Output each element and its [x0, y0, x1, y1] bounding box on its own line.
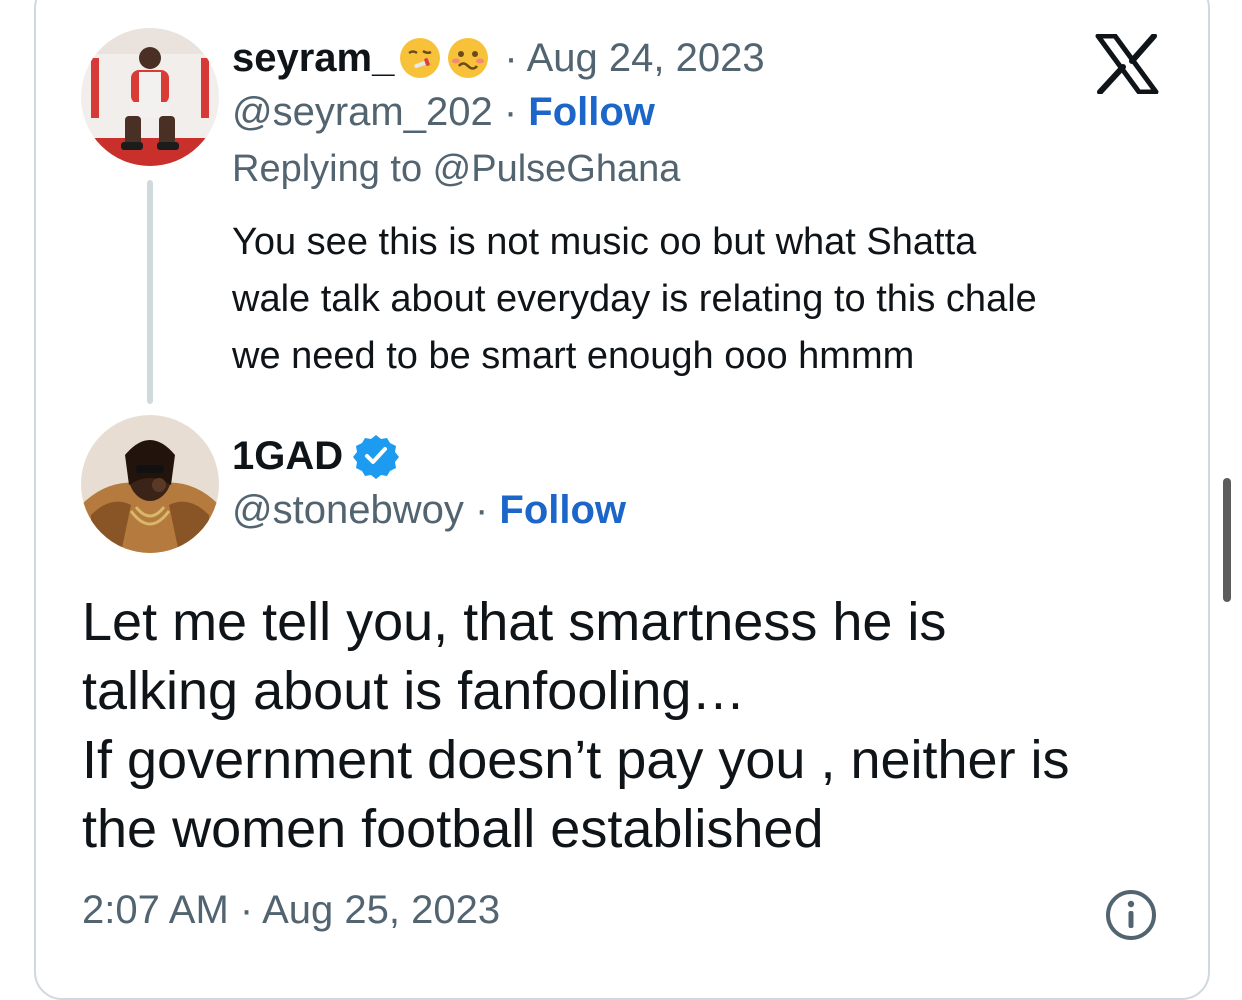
text-line: wale talk about everyday is relating to …	[232, 278, 1037, 320]
follow-button[interactable]: Follow	[528, 90, 655, 134]
display-name[interactable]: 1GAD	[232, 434, 343, 479]
main-tweet-text: Let me tell you, that smartness he is ta…	[82, 588, 1182, 864]
avatar[interactable]	[81, 415, 219, 553]
handle[interactable]: @seyram_202	[232, 90, 493, 134]
main-author-row: 1GAD	[232, 430, 400, 482]
reply-author-row: seyram_ · Aug 24, 2023	[232, 32, 765, 84]
x-logo-icon[interactable]	[1094, 33, 1160, 95]
tweet-timestamp[interactable]: 2:07 AM · Aug 25, 2023	[82, 888, 500, 933]
text-line: You see this is not music oo but what Sh…	[232, 221, 977, 263]
reply-handle-row: @seyram_202 · Follow	[232, 90, 655, 135]
replying-to[interactable]: Replying to @PulseGhana	[232, 148, 680, 191]
scrollbar[interactable]	[1223, 478, 1231, 602]
avatar[interactable]	[81, 28, 219, 166]
text-line: we need to be smart enough ooo hmmm	[232, 335, 915, 377]
main-handle-row: @stonebwoy · Follow	[232, 488, 626, 533]
follow-button[interactable]: Follow	[499, 488, 626, 532]
woozy-face-icon	[398, 36, 442, 80]
separator: ·	[463, 488, 500, 532]
face-with-thermometer-icon	[446, 36, 490, 80]
thread-connector	[147, 180, 153, 404]
text-line: Let me tell you, that smartness he is	[82, 592, 947, 652]
display-name[interactable]: seyram_	[232, 36, 394, 81]
handle[interactable]: @stonebwoy	[232, 488, 464, 532]
tweet-date[interactable]: · Aug 24, 2023	[504, 36, 764, 81]
separator: ·	[492, 90, 529, 134]
text-line: talking about is fanfooling…	[82, 661, 746, 721]
verified-badge-icon	[353, 433, 400, 479]
info-icon[interactable]	[1104, 888, 1158, 942]
text-line: If government doesn’t pay you , neither …	[82, 730, 1070, 790]
reply-tweet-text: You see this is not music oo but what Sh…	[232, 214, 1192, 385]
text-line: the women football established	[82, 799, 824, 859]
